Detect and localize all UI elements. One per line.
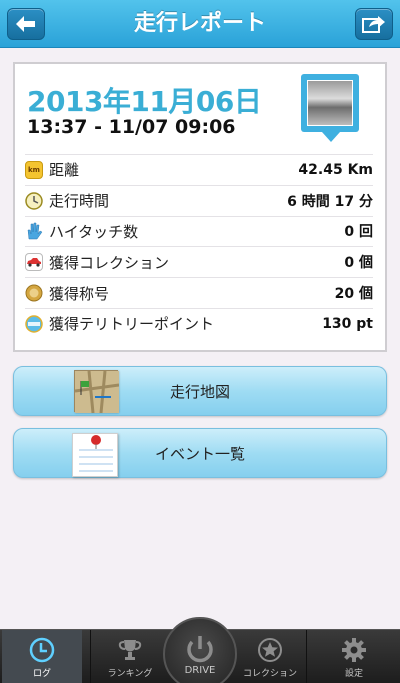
tab-settings-label: 設定 — [344, 669, 363, 679]
power-icon — [187, 636, 213, 663]
star-badge-icon — [258, 638, 282, 662]
share-icon — [362, 16, 385, 33]
header-bar: 走行レポート — [0, 0, 400, 48]
report-stats-list: km 距離 42.45 Km 走行時間 6 時間 17 分 ハイタッチ数 0 回 — [25, 154, 373, 339]
stat-value: 42.45 Km — [298, 161, 373, 178]
tab-collection-label: コレクション — [242, 669, 297, 679]
stat-value: 20 個 — [334, 286, 373, 303]
clock-tab-icon — [29, 637, 55, 663]
spot-icon — [25, 315, 43, 333]
stat-value: 130 pt — [322, 315, 373, 332]
high-five-icon — [25, 222, 43, 240]
share-button[interactable] — [355, 8, 393, 40]
tab-settings[interactable]: 設定 — [314, 630, 394, 683]
trophy-icon — [118, 640, 142, 660]
drive-label: DRIVE — [184, 665, 216, 676]
drive-map-label: 走行地図 — [169, 383, 230, 401]
stat-value: 0 回 — [344, 224, 373, 241]
event-list-button[interactable]: イベント一覧 — [13, 428, 387, 478]
stat-label: 走行時間 — [49, 192, 110, 211]
photo-pin-tail — [322, 132, 340, 142]
stat-label: 獲得コレクション — [49, 253, 170, 272]
car-photo-thumbnail[interactable] — [301, 74, 359, 132]
stat-row-territory-points: 獲得テリトリーポイント 130 pt — [25, 307, 373, 339]
car-icon — [25, 253, 43, 272]
stat-label: 獲得称号 — [49, 284, 110, 303]
tab-log-label: ログ — [32, 669, 51, 679]
page-title: 走行レポート — [133, 11, 266, 36]
stat-row-collection: 獲得コレクション 0 個 — [25, 246, 373, 277]
drive-button[interactable]: DRIVE — [163, 617, 237, 683]
car-photo-image — [307, 80, 353, 126]
stat-label: 獲得テリトリーポイント — [49, 315, 215, 334]
stat-value: 6 時間 17 分 — [287, 193, 373, 210]
drive-map-button[interactable]: 走行地図 — [13, 366, 387, 416]
km-icon: km — [25, 160, 43, 179]
clock-icon — [25, 191, 43, 210]
stat-row-titles: 獲得称号 20 個 — [25, 277, 373, 308]
tab-ranking[interactable]: ランキング — [90, 630, 170, 683]
report-time-range: 13:37 - 11/07 09:06 — [27, 116, 236, 138]
stat-label: 距離 — [49, 161, 80, 180]
tab-ranking-label: ランキング — [107, 669, 153, 679]
medal-icon — [25, 284, 43, 302]
report-date: 2013年11月06日 — [27, 85, 262, 118]
event-list-label: イベント一覧 — [154, 445, 245, 463]
stat-row-high-touch: ハイタッチ数 0 回 — [25, 215, 373, 247]
stat-value: 0 個 — [344, 255, 373, 272]
stat-row-distance: km 距離 42.45 Km — [25, 154, 373, 185]
stat-label: ハイタッチ数 — [49, 222, 139, 241]
tab-collection[interactable]: コレクション — [230, 630, 310, 683]
km-icon-text: km — [28, 165, 40, 174]
report-card: 2013年11月06日 13:37 - 11/07 09:06 km 距離 42… — [13, 62, 387, 352]
gear-icon — [342, 638, 366, 662]
tab-log[interactable]: ログ — [2, 630, 82, 683]
stat-row-drive-time: 走行時間 6 時間 17 分 — [25, 184, 373, 216]
